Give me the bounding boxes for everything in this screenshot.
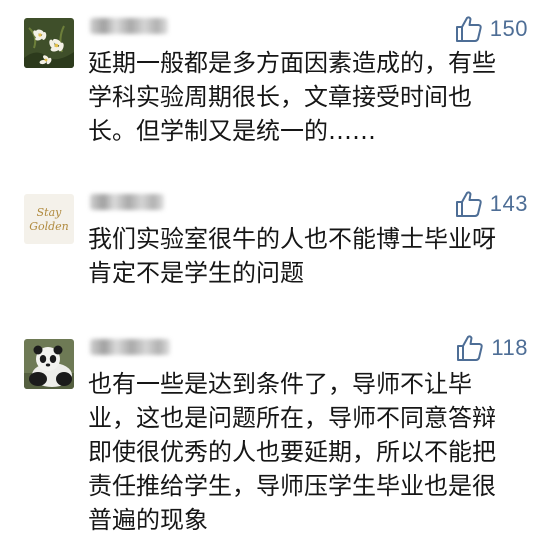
svg-text:Stay: Stay [37, 206, 63, 219]
like-count: 143 [489, 191, 528, 216]
comment-text-line: 学科实验周期很长，文章接受时间也 [88, 83, 472, 111]
comment-item: 118 也有一些是达到条件了，导师不让毕 业，这也是问题所在，导师不同意答辩 即… [0, 325, 550, 546]
comment-text-line: 也有一些是达到条件了，导师不让毕 [88, 370, 472, 398]
flower-avatar-icon [24, 18, 74, 68]
comment-text-line: 业，这也是问题所在，导师不同意答辩 [88, 404, 496, 432]
comment-item: Stay Golden 143 我们实验室很牛的人也不能博士毕业呀 肯定不是学生… [0, 180, 550, 310]
comment-text: 延期一般都是多方面因素造成的，有些 学科实验周期很长，文章接受时间也 长。但学制… [88, 46, 528, 148]
like-count: 118 [491, 335, 528, 360]
avatar[interactable] [24, 339, 74, 389]
blurred-username [90, 339, 170, 355]
avatar[interactable]: Stay Golden [24, 194, 74, 244]
like-button[interactable]: 150 [454, 12, 528, 46]
comment-text-line: 长。但学制又是统一的…… [88, 117, 376, 145]
comment-text-line: 延期一般都是多方面因素造成的，有些 [88, 49, 496, 77]
comment-text-line: 即使很优秀的人也要延期，所以不能把 [88, 438, 496, 466]
blurred-username [90, 194, 164, 210]
comment-text: 也有一些是达到条件了，导师不让毕 业，这也是问题所在，导师不同意答辩 即使很优秀… [88, 367, 528, 537]
thumbs-up-icon [457, 335, 484, 361]
stay-golden-logo-icon: Stay Golden [24, 194, 74, 244]
thumbs-up-icon [455, 16, 482, 42]
blurred-username [90, 18, 168, 34]
comment-text-line: 普遍的现象 [88, 506, 208, 534]
like-count: 150 [489, 16, 528, 41]
like-button[interactable]: 118 [455, 331, 528, 365]
comment-item: 150 延期一般都是多方面因素造成的，有些 学科实验周期很长，文章接受时间也 长… [0, 0, 550, 160]
comment-text-line: 肯定不是学生的问题 [88, 259, 304, 287]
svg-text:Golden: Golden [29, 220, 69, 233]
comment-text-line: 我们实验室很牛的人也不能博士毕业呀 [88, 225, 496, 253]
comment-text: 我们实验室很牛的人也不能博士毕业呀 肯定不是学生的问题 [88, 222, 528, 290]
thumbs-up-icon [455, 191, 482, 217]
avatar[interactable] [24, 18, 74, 68]
like-button[interactable]: 143 [454, 187, 528, 221]
comment-text-line: 责任推给学生，导师压学生毕业也是很 [88, 472, 496, 500]
panda-avatar-icon [24, 339, 74, 389]
